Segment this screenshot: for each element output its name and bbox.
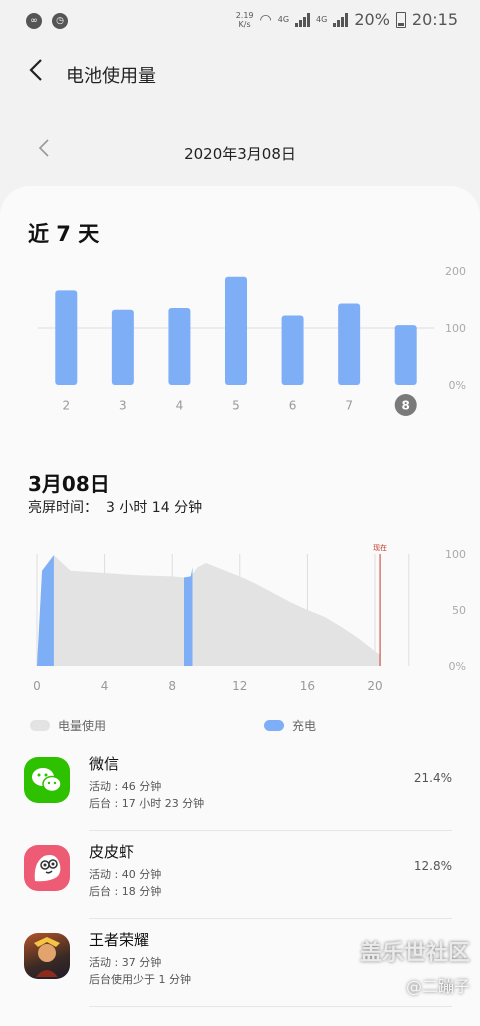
network-type-1: 4G xyxy=(277,15,290,24)
x-tick-label: 0 xyxy=(33,679,41,693)
watermark-site: 盖乐世社区 xyxy=(359,941,470,966)
x-tick-label: 3 xyxy=(119,399,127,413)
weekly-usage-chart: 200 100 0% 2 3 4 5 6 7 8 xyxy=(38,265,466,416)
wechat-icon xyxy=(24,757,70,803)
y-tick-label: 50 xyxy=(452,604,466,617)
app-bar: 电池使用量 xyxy=(0,44,480,100)
bar xyxy=(225,276,247,385)
app-background-time: 后台使用少于 1 分钟 xyxy=(89,973,191,986)
bar xyxy=(168,308,191,385)
wifi-icon: ◠ xyxy=(259,11,272,28)
signal-icon xyxy=(295,12,311,27)
x-tick-label: 8 xyxy=(168,679,176,693)
app-active-time: 活动 : 37 分钟 xyxy=(89,956,162,969)
charging-area xyxy=(37,555,54,666)
network-speed-unit: K/s xyxy=(238,19,251,29)
bar xyxy=(338,303,361,385)
bar xyxy=(111,309,134,385)
x-tick-label: 20 xyxy=(367,679,382,693)
app-name: 王者荣耀 xyxy=(89,931,150,949)
week-section-title: 近 7 天 xyxy=(28,222,100,246)
screen-time-value: 3 小时 14 分钟 xyxy=(106,500,203,516)
app-background-time: 后台 : 18 分钟 xyxy=(89,885,162,898)
app-row-pipixia[interactable]: 皮皮虾 活动 : 40 分钟 后台 : 18 分钟 12.8% xyxy=(0,833,480,919)
charging-area xyxy=(184,567,193,666)
y-tick-label: 100 xyxy=(445,548,466,561)
screen-time-label: 亮屏时间： xyxy=(28,500,98,516)
pipixia-icon xyxy=(24,845,70,891)
watermark: 盖乐世社区 @二蹦子 xyxy=(360,935,470,997)
current-date[interactable]: 2020年3月08日 xyxy=(0,143,480,164)
day-section-title: 3月08日 xyxy=(28,472,110,496)
x-tick-label: 16 xyxy=(300,679,315,693)
battery-icon xyxy=(395,11,406,28)
app-active-time: 活动 : 40 分钟 xyxy=(89,868,162,881)
app-background-time: 后台 : 17 小时 23 分钟 xyxy=(89,797,205,810)
signal-icon-2 xyxy=(333,12,349,27)
app-name: 皮皮虾 xyxy=(89,843,135,861)
legend-usage-swatch xyxy=(30,720,50,731)
now-label: 现在 xyxy=(373,543,387,552)
divider xyxy=(89,830,452,831)
page-title: 电池使用量 xyxy=(66,66,156,87)
daily-battery-chart: 现在 0 4 8 12 16 20 100 50 0% xyxy=(33,543,466,693)
bar xyxy=(281,315,304,385)
x-tick-label: 12 xyxy=(232,679,247,693)
x-tick-label: 4 xyxy=(101,679,109,693)
app-usage-percent: 12.8% xyxy=(413,859,452,873)
usage-area xyxy=(37,555,381,666)
honor-of-kings-icon xyxy=(24,933,70,979)
app-active-time: 活动 : 46 分钟 xyxy=(89,780,162,793)
divider xyxy=(89,918,452,919)
legend-charging-swatch xyxy=(264,720,284,731)
status-bar: ∞ ◷ 2.19 K/s ◠ 4G 4G 20% 20:15 xyxy=(0,0,480,44)
x-tick-label: 7 xyxy=(345,399,353,413)
network-speed: 2.19 K/s xyxy=(236,11,254,29)
x-tick-label: 4 xyxy=(176,399,184,413)
app-row-wechat[interactable]: 微信 活动 : 46 分钟 后台 : 17 小时 23 分钟 21.4% xyxy=(0,745,480,831)
x-tick-label: 8 xyxy=(402,399,410,413)
chevron-left-icon xyxy=(29,59,42,81)
legend-charging-label: 充电 xyxy=(292,719,317,733)
legend-charging: 充电 xyxy=(264,717,316,734)
y-tick-label: 0% xyxy=(449,660,466,673)
back-button[interactable] xyxy=(28,58,44,89)
clock-icon: ◷ xyxy=(52,13,68,29)
battery-percent: 20% xyxy=(354,10,390,29)
network-type-2: 4G xyxy=(316,15,328,24)
network-speed-value: 2.19 xyxy=(235,10,254,20)
y-tick-label: 200 xyxy=(445,265,466,278)
divider xyxy=(89,1006,452,1007)
date-navigator: 2020年3月08日 xyxy=(0,136,480,170)
cast-icon: ∞ xyxy=(26,13,42,29)
watermark-user: @二蹦子 xyxy=(405,977,470,996)
x-tick-label: 2 xyxy=(62,399,70,413)
y-tick-label: 100 xyxy=(445,322,466,335)
bar xyxy=(394,325,417,385)
y-tick-label: 0% xyxy=(449,379,466,392)
clock-time: 20:15 xyxy=(411,10,458,29)
x-tick-label: 5 xyxy=(232,399,240,413)
bar xyxy=(55,290,78,385)
app-name: 微信 xyxy=(89,755,120,773)
legend-usage: 电量使用 xyxy=(30,717,106,734)
app-usage-percent: 21.4% xyxy=(413,771,452,785)
legend-usage-label: 电量使用 xyxy=(58,719,107,733)
x-tick-label: 6 xyxy=(289,399,297,413)
screen-time: 亮屏时间： 3 小时 14 分钟 xyxy=(28,497,210,517)
